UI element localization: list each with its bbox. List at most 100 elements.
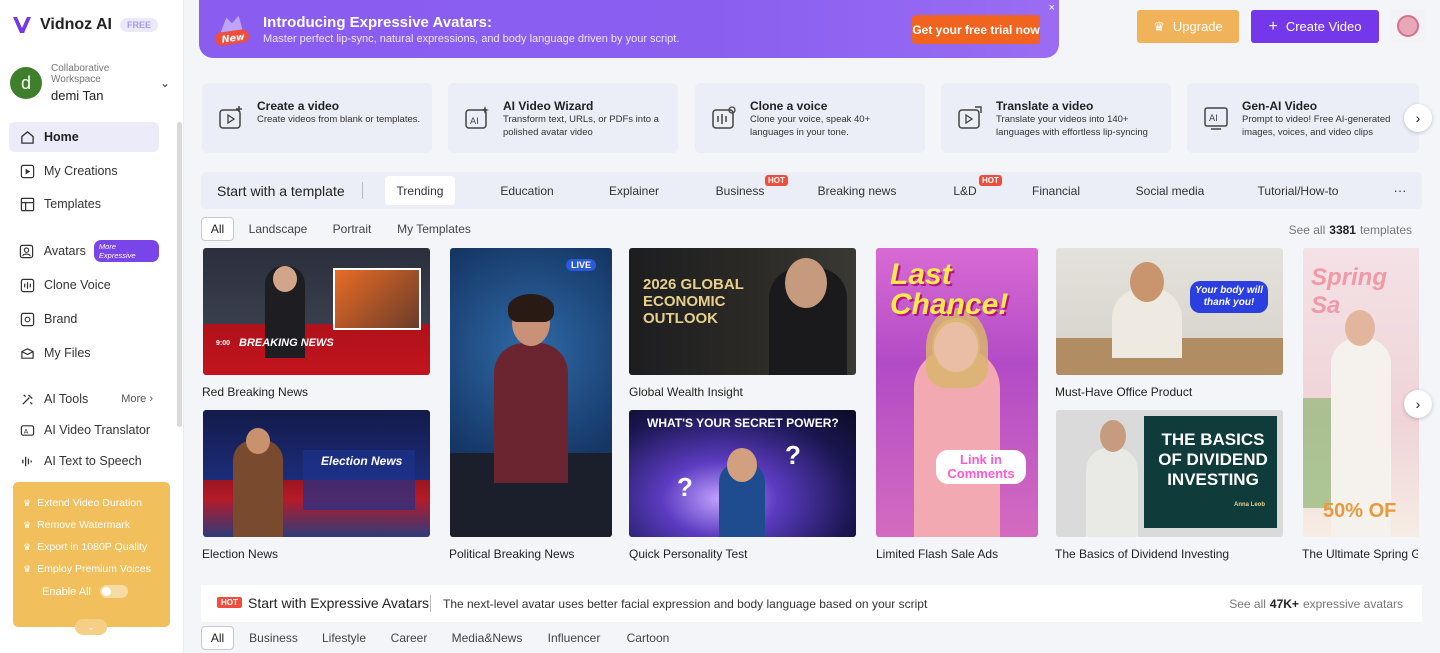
promo-item: ♛ Remove Watermark	[23, 519, 131, 531]
free-trial-button[interactable]: Get your free trial now	[912, 15, 1040, 44]
presenter-name: Anna Leob	[1234, 502, 1265, 508]
template-thumb-dividend-investing[interactable]: THE BASICS OF DIVIDEND INVESTING Anna Le…	[1056, 410, 1283, 537]
close-icon[interactable]: ×	[1049, 2, 1055, 14]
workspace-switcher[interactable]: d Collaborative Workspace demi Tan ⌄	[10, 63, 170, 103]
feature-card-translate-video[interactable]: Translate a video Translate your videos …	[941, 83, 1171, 153]
feature-desc: Transform text, URLs, or PDFs into a pol…	[503, 114, 659, 138]
template-thumb-must-have-office-product[interactable]: Your body will thank you!	[1056, 248, 1283, 375]
sidebar-item-home[interactable]: Home	[9, 122, 159, 152]
avatar-tab-influencer[interactable]: Influencer	[543, 626, 605, 650]
create-video-icon	[219, 106, 242, 129]
sidebar-item-ai-tools[interactable]: AI Tools More ›	[9, 384, 159, 414]
workspace-label: Collaborative Workspace	[51, 63, 110, 85]
clone-voice-icon	[712, 106, 736, 129]
chevron-down-icon: ⌄	[87, 621, 95, 632]
subtab-portrait[interactable]: Portrait	[326, 217, 378, 241]
avatar-icon	[18, 244, 36, 259]
sidebar-item-label: Clone Voice	[44, 278, 111, 292]
hot-badge: HOT	[979, 175, 1002, 186]
tab-breaking-news[interactable]: Breaking news	[809, 176, 905, 205]
sidebar-item-ai-video-translator[interactable]: A AI Video Translator	[9, 415, 159, 445]
avatar-tab-business[interactable]: Business	[246, 626, 301, 650]
tab-ld[interactable]: L&D HOT	[941, 175, 1002, 205]
sidebar-item-clone-voice[interactable]: Clone Voice	[9, 270, 159, 300]
feature-card-ai-video-wizard[interactable]: AI AI Video Wizard Transform text, URLs,…	[448, 83, 678, 153]
announcement-banner[interactable]: New Introducing Expressive Avatars: Mast…	[199, 0, 1059, 58]
tab-explainer[interactable]: Explainer	[598, 176, 670, 205]
sidebar-item-brand[interactable]: Brand	[9, 304, 159, 334]
templates-next-button[interactable]: ›	[1404, 390, 1432, 418]
sidebar-item-label: Brand	[44, 312, 78, 326]
template-thumb-election-news[interactable]: Election News	[203, 410, 430, 537]
ai-wizard-icon: AI	[465, 106, 489, 129]
crown-icon: ♛	[23, 497, 32, 508]
voice-icon	[18, 278, 36, 293]
more-categories-button[interactable]: ···	[1382, 172, 1418, 209]
logo[interactable]: Vidnoz AI FREE	[10, 13, 159, 37]
tab-business[interactable]: Business HOT	[706, 175, 788, 205]
feature-card-create-video[interactable]: Create a video Create videos from blank …	[202, 83, 432, 153]
sidebar-item-label: Home	[44, 130, 79, 144]
chevron-right-icon: ›	[1415, 396, 1421, 412]
ai-tools-more-link[interactable]: More ›	[121, 393, 153, 405]
folder-icon	[18, 346, 36, 361]
user-avatar[interactable]	[1391, 9, 1425, 43]
avatar-tab-lifestyle[interactable]: Lifestyle	[318, 626, 370, 650]
sidebar-item-label: My Files	[44, 346, 91, 360]
workspace-user: demi Tan	[51, 88, 104, 103]
workspace-avatar: d	[10, 67, 42, 99]
tab-trending[interactable]: Trending	[385, 176, 455, 205]
see-all-templates-link[interactable]: See all 3381 templates	[1289, 223, 1412, 237]
subtab-my-templates[interactable]: My Templates	[394, 217, 474, 241]
avatar-tab-media-news[interactable]: Media&News	[449, 626, 525, 650]
see-all-avatars-link[interactable]: See all 47K+ expressive avatars	[1229, 597, 1403, 611]
create-video-button[interactable]: + Create Video	[1251, 10, 1379, 43]
sidebar-item-templates[interactable]: Templates	[9, 189, 159, 219]
feature-card-gen-ai-video[interactable]: AI Gen-AI Video Prompt to video! Free AI…	[1187, 83, 1419, 153]
feature-title: Create a video	[257, 99, 340, 113]
sidebar-item-my-creations[interactable]: My Creations	[9, 156, 159, 186]
gen-ai-video-icon: AI	[1204, 107, 1228, 130]
upgrade-button[interactable]: ♛ Upgrade	[1137, 10, 1239, 43]
crown-icon: ♛	[23, 563, 32, 574]
avatar-tab-all[interactable]: All	[201, 626, 234, 650]
features-next-button[interactable]: ›	[1404, 104, 1432, 132]
template-title: Quick Personality Test	[629, 547, 748, 561]
template-title: The Ultimate Spring Glo	[1302, 547, 1418, 561]
avatar-tab-cartoon[interactable]: Cartoon	[622, 626, 674, 650]
template-title: Must-Have Office Product	[1055, 385, 1193, 399]
template-thumb-political-breaking-news[interactable]: LIVE	[450, 248, 612, 537]
subtab-all[interactable]: All	[201, 217, 234, 241]
template-thumb-ultimate-spring[interactable]: Spring Sa 50% OF	[1303, 248, 1419, 537]
collapse-promo-button[interactable]: ⌄	[75, 619, 107, 635]
feature-desc: Clone your voice, speak 40+ languages in…	[750, 114, 871, 138]
svg-text:New: New	[221, 32, 246, 46]
banner-title: Introducing Expressive Avatars:	[263, 14, 492, 31]
template-thumb-global-wealth-insight[interactable]: 2026 GLOBAL ECONOMIC OUTLOOK	[629, 248, 856, 375]
feature-title: AI Video Wizard	[503, 99, 594, 113]
subtab-landscape[interactable]: Landscape	[246, 217, 310, 241]
avatars-section-desc: The next-level avatar uses better facial…	[443, 597, 928, 611]
tab-education[interactable]: Education	[489, 176, 565, 205]
sidebar-item-ai-text-to-speech[interactable]: AI Text to Speech	[9, 446, 159, 476]
crown-icon: ♛	[23, 519, 32, 530]
tab-financial[interactable]: Financial	[1022, 176, 1090, 205]
sidebar-item-my-files[interactable]: My Files	[9, 338, 159, 368]
feature-card-clone-voice[interactable]: Clone a voice Clone your voice, speak 40…	[695, 83, 925, 153]
enable-all-toggle[interactable]	[99, 585, 128, 598]
logo-text: Vidnoz AI	[40, 16, 112, 33]
plus-icon: +	[1268, 17, 1278, 35]
template-title: Global Wealth Insight	[629, 385, 743, 399]
sidebar-item-avatars[interactable]: Avatars More Expressive	[9, 236, 159, 266]
thumb-text: Last Chance!	[890, 258, 1009, 321]
sidebar-scrollbar[interactable]	[177, 122, 182, 427]
play-square-icon	[18, 164, 36, 179]
tab-tutorial-how-to[interactable]: Tutorial/How-to	[1251, 176, 1345, 205]
template-thumb-red-breaking-news[interactable]: BREAKING NEWS 9:00	[203, 248, 430, 375]
avatars-section-title: Start with Expressive Avatars	[248, 595, 430, 611]
template-thumb-limited-flash-sale-ads[interactable]: Last Chance! Link in Comments	[876, 248, 1038, 537]
tab-social-media[interactable]: Social media	[1126, 176, 1214, 205]
template-thumb-quick-personality-test[interactable]: WHAT'S YOUR SECRET POWER? ? ?	[629, 410, 856, 537]
new-badge-icon: New	[215, 15, 249, 46]
avatar-tab-career[interactable]: Career	[388, 626, 430, 650]
